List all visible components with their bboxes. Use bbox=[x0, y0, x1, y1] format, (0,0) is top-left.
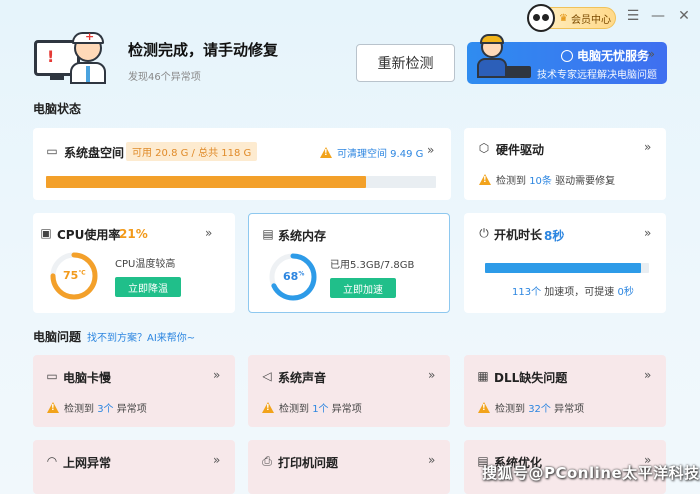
minimize-icon[interactable]: — bbox=[650, 8, 666, 24]
problem-status: 检测到 1个 异常项 bbox=[262, 400, 362, 415]
disk-cleanable[interactable]: 可清理空间 9.49 G bbox=[320, 145, 423, 160]
issue-count-text: 发现46个异常项 bbox=[128, 72, 201, 83]
boot-progress-fill bbox=[485, 263, 641, 273]
speed-up-button[interactable]: 立即加速 bbox=[330, 278, 396, 298]
close-icon[interactable]: ✕ bbox=[676, 8, 692, 24]
service-desc: 技术专家远程解决电脑问题 bbox=[537, 70, 657, 81]
service-chevron-icon: » bbox=[647, 47, 655, 61]
problem-chevron-icon[interactable]: » bbox=[428, 453, 435, 467]
cpu-chevron-icon[interactable]: » bbox=[205, 226, 212, 240]
driver-status: 检测到 10条 驱动需要修复 bbox=[479, 172, 615, 187]
laptop-icon bbox=[505, 66, 531, 78]
problem-label: DLL缺失问题 bbox=[494, 371, 568, 385]
remote-service-banner[interactable]: 电脑无忧服务 技术专家远程解决电脑问题 » bbox=[467, 34, 667, 84]
problems-section-title: 电脑问题 bbox=[33, 330, 82, 344]
hexagon-gear-icon: ⬡ bbox=[478, 141, 490, 155]
problem-label: 电脑卡慢 bbox=[63, 371, 112, 385]
warning-icon bbox=[479, 174, 491, 185]
cpu-usage-card[interactable]: ▣ CPU使用率 21% » 75℃ CPU温度较高 立即降温 bbox=[33, 213, 235, 313]
power-icon: ⏻ bbox=[479, 226, 489, 240]
dll-icon: ▦ bbox=[477, 369, 489, 383]
problem-chevron-icon[interactable]: » bbox=[428, 368, 435, 382]
printer-icon: ⎙ bbox=[262, 454, 272, 468]
service-title: 电脑无忧服务 bbox=[561, 47, 649, 64]
disk-label: 系统盘空间 bbox=[64, 146, 125, 160]
problem-chevron-icon[interactable]: » bbox=[213, 368, 220, 382]
disk-usage-tag: 可用 20.8 G / 总共 118 G bbox=[126, 142, 258, 161]
doctor-illustration-icon bbox=[66, 30, 110, 84]
watermark: 搜狐号@PConline太平洋科技 bbox=[482, 464, 700, 482]
vip-center-button[interactable]: ♛ 会员中心 bbox=[527, 4, 616, 32]
wifi-icon: ◠ bbox=[46, 454, 58, 468]
ai-help-link[interactable]: 找不到方案？AI来帮你~ bbox=[87, 329, 195, 344]
crown-icon: ♛ bbox=[559, 12, 568, 24]
disk-chevron-icon[interactable]: » bbox=[427, 143, 434, 157]
problem-card-network[interactable]: ◠ 上网异常 » bbox=[33, 440, 235, 494]
system-memory-card[interactable]: ▤ 系统内存 68% 已用5.3GB/7.8GB 立即加速 bbox=[248, 213, 450, 313]
cool-down-button[interactable]: 立即降温 bbox=[115, 277, 181, 297]
disk-usage-bar bbox=[46, 176, 436, 188]
problem-card-sound[interactable]: ◁ 系统声音 » 检测到 1个 异常项 bbox=[248, 355, 450, 427]
speaker-icon: ◁ bbox=[262, 369, 272, 383]
boot-summary: 113个 加速项，可提速 0秒 bbox=[512, 287, 634, 298]
boot-chevron-icon[interactable]: » bbox=[644, 226, 651, 240]
recheck-button[interactable]: 重新检测 bbox=[356, 44, 455, 82]
warning-icon bbox=[262, 402, 274, 413]
problem-status: 检测到 32个 异常项 bbox=[478, 400, 584, 415]
problem-label: 系统声音 bbox=[278, 371, 327, 385]
boot-time-card[interactable]: ⏻ 开机时长 8秒 » 113个 加速项，可提速 0秒 bbox=[464, 213, 666, 313]
boot-progress-bar bbox=[485, 263, 649, 273]
hardware-driver-card[interactable]: ⬡ 硬件驱动 » 检测到 10条 驱动需要修复 bbox=[464, 128, 666, 200]
memory-icon: ▤ bbox=[262, 227, 274, 241]
panda-avatar-icon bbox=[527, 4, 555, 32]
memory-percent-value: 68% bbox=[283, 270, 305, 283]
page-title: 检测完成，请手动修复 bbox=[128, 41, 279, 59]
warning-icon bbox=[478, 402, 490, 413]
disk-space-card[interactable]: ▭ 系统盘空间 可用 20.8 G / 总共 118 G 可清理空间 9.49 … bbox=[33, 128, 451, 200]
memory-status: 已用5.3GB/7.8GB bbox=[330, 260, 415, 271]
boot-time-value: 8秒 bbox=[544, 229, 565, 243]
problem-card-lag[interactable]: ▭ 电脑卡慢 » 检测到 3个 异常项 bbox=[33, 355, 235, 427]
vip-label: 会员中心 bbox=[570, 14, 611, 26]
memory-label: 系统内存 bbox=[278, 229, 327, 243]
service-icon bbox=[561, 50, 573, 62]
problem-label: 上网异常 bbox=[63, 456, 112, 470]
monitor-stand bbox=[50, 76, 64, 80]
driver-chevron-icon[interactable]: » bbox=[644, 140, 651, 154]
cpu-temp-value: 75℃ bbox=[63, 269, 86, 282]
problem-chevron-icon[interactable]: » bbox=[213, 453, 220, 467]
cpu-percent: 21% bbox=[119, 227, 148, 241]
technician-illustration-icon bbox=[475, 34, 509, 84]
status-section-title: 电脑状态 bbox=[33, 102, 82, 116]
monitor-icon: ▭ bbox=[46, 369, 58, 383]
cpu-status: CPU温度较高 bbox=[115, 259, 176, 270]
menu-icon[interactable]: ☰ bbox=[625, 8, 641, 24]
disk-usage-fill bbox=[46, 176, 366, 188]
warning-icon bbox=[47, 402, 59, 413]
warning-icon bbox=[320, 147, 332, 158]
cpu-icon: ▣ bbox=[40, 226, 52, 240]
driver-label: 硬件驱动 bbox=[496, 143, 545, 157]
disk-icon: ▭ bbox=[46, 144, 58, 158]
problem-status: 检测到 3个 异常项 bbox=[47, 400, 147, 415]
problem-chevron-icon[interactable]: » bbox=[644, 368, 651, 382]
problem-label: 打印机问题 bbox=[278, 456, 339, 470]
boot-label: 开机时长 bbox=[494, 228, 543, 242]
problem-card-dll[interactable]: ▦ DLL缺失问题 » 检测到 32个 异常项 bbox=[464, 355, 666, 427]
cpu-label: CPU使用率 bbox=[57, 228, 121, 242]
problem-card-printer[interactable]: ⎙ 打印机问题 » bbox=[248, 440, 450, 494]
